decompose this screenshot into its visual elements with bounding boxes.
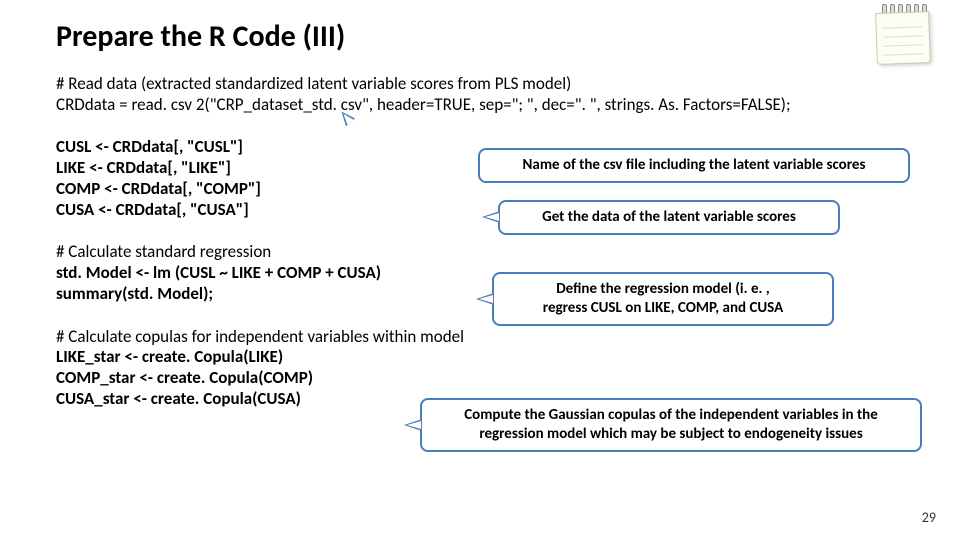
callout-tail-icon <box>404 419 422 431</box>
callout-copulas: Compute the Gaussian copulas of the inde… <box>420 398 922 452</box>
callout-get-data: Get the data of the latent variable scor… <box>498 200 840 235</box>
callout-tail-icon <box>476 293 494 305</box>
slide-title: Prepare the R Code (III) <box>56 18 345 55</box>
callout-tail-icon <box>482 211 500 223</box>
callout-text: regress CUSL on LIKE, COMP, and CUSA <box>543 299 783 317</box>
code-block-read-data: # Read data (extracted standardized late… <box>56 74 904 115</box>
notepad-icon <box>876 4 932 60</box>
callout-text: Name of the csv file including the laten… <box>523 156 866 174</box>
code-line: LIKE_star <- create. Copula(LIKE) <box>56 347 904 368</box>
callout-csv-name: Name of the csv file including the laten… <box>478 148 910 183</box>
slide-content: # Read data (extracted standardized late… <box>56 74 904 428</box>
callout-regression: Define the regression model (i. e. , reg… <box>492 272 834 326</box>
code-line: CRDdata = read. csv 2("CRP_dataset_std. … <box>56 95 904 116</box>
page-number: 29 <box>922 509 936 526</box>
callout-text: Define the regression model (i. e. , <box>556 280 770 298</box>
callout-text: regression model which may be subject to… <box>479 425 862 443</box>
code-line: # Calculate copulas for independent vari… <box>56 327 904 348</box>
callout-text: Compute the Gaussian copulas of the inde… <box>464 406 878 424</box>
code-line: # Calculate standard regression <box>56 242 904 263</box>
callout-text: Get the data of the latent variable scor… <box>542 208 796 226</box>
code-line: # Read data (extracted standardized late… <box>56 74 904 95</box>
code-line: COMP_star <- create. Copula(COMP) <box>56 368 904 389</box>
